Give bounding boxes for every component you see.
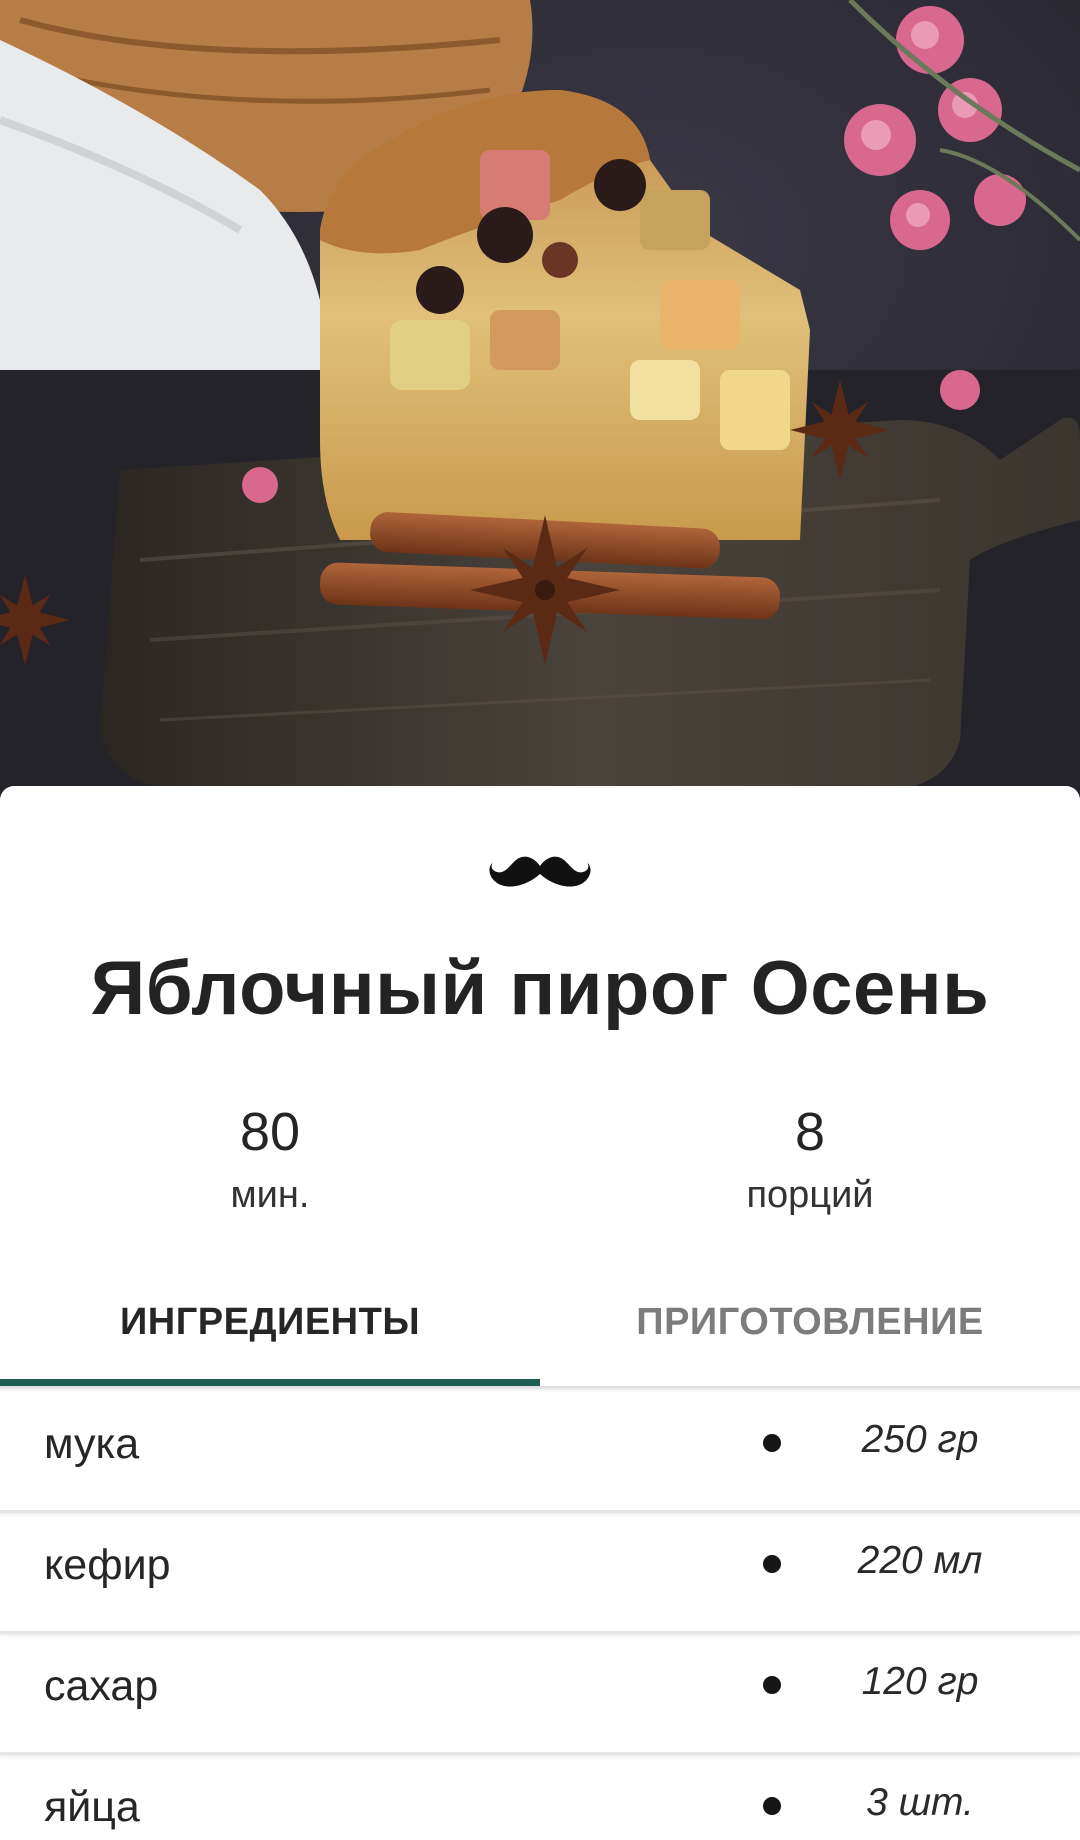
ingredient-amount: 120 гр [861, 1660, 979, 1703]
ingredient-name: мука [44, 1420, 140, 1468]
list-item: сахар 120 гр [0, 1634, 1080, 1755]
cooking-time: 80 мин. [120, 1100, 420, 1220]
cooking-time-value: 80 [239, 1102, 301, 1162]
portions-unit: порций [746, 1174, 874, 1216]
list-item: кефир 220 мл [0, 1513, 1080, 1634]
ingredient-name: кефир [44, 1541, 171, 1589]
ingredient-amount: 3 шт. [866, 1781, 974, 1824]
ingredient-name: яйца [44, 1783, 140, 1831]
list-item: мука 250 гр [0, 1392, 1080, 1513]
recipe-photo [0, 0, 1080, 800]
mustache-icon [489, 856, 591, 887]
cooking-time-unit: мин. [230, 1174, 310, 1216]
portions-value: 8 [794, 1102, 826, 1162]
bullet-icon [763, 1555, 781, 1573]
active-tab-indicator [0, 1379, 540, 1386]
tab-preparation[interactable]: ПРИГОТОВЛЕНИЕ [540, 1272, 1080, 1386]
ingredient-amount: 220 мл [857, 1539, 983, 1582]
bullet-icon [763, 1434, 781, 1452]
ingredient-name: сахар [44, 1662, 159, 1710]
recipe-tabs: ИНГРЕДИЕНТЫ ПРИГОТОВЛЕНИЕ [0, 1272, 1080, 1386]
recipe-title: Яблочный пирог Осень [90, 946, 990, 1031]
tab-ingredients[interactable]: ИНГРЕДИЕНТЫ [0, 1272, 540, 1386]
bullet-icon [763, 1797, 781, 1815]
list-item: яйца 3 шт. [0, 1755, 1080, 1840]
ingredient-list: мука 250 гр кефир 220 мл сахар 120 гр яй… [0, 1392, 1080, 1840]
bullet-icon [763, 1676, 781, 1694]
ingredient-amount: 250 гр [861, 1418, 979, 1461]
recipe-photo-art [0, 0, 1080, 800]
portions: 8 порций [660, 1100, 960, 1220]
